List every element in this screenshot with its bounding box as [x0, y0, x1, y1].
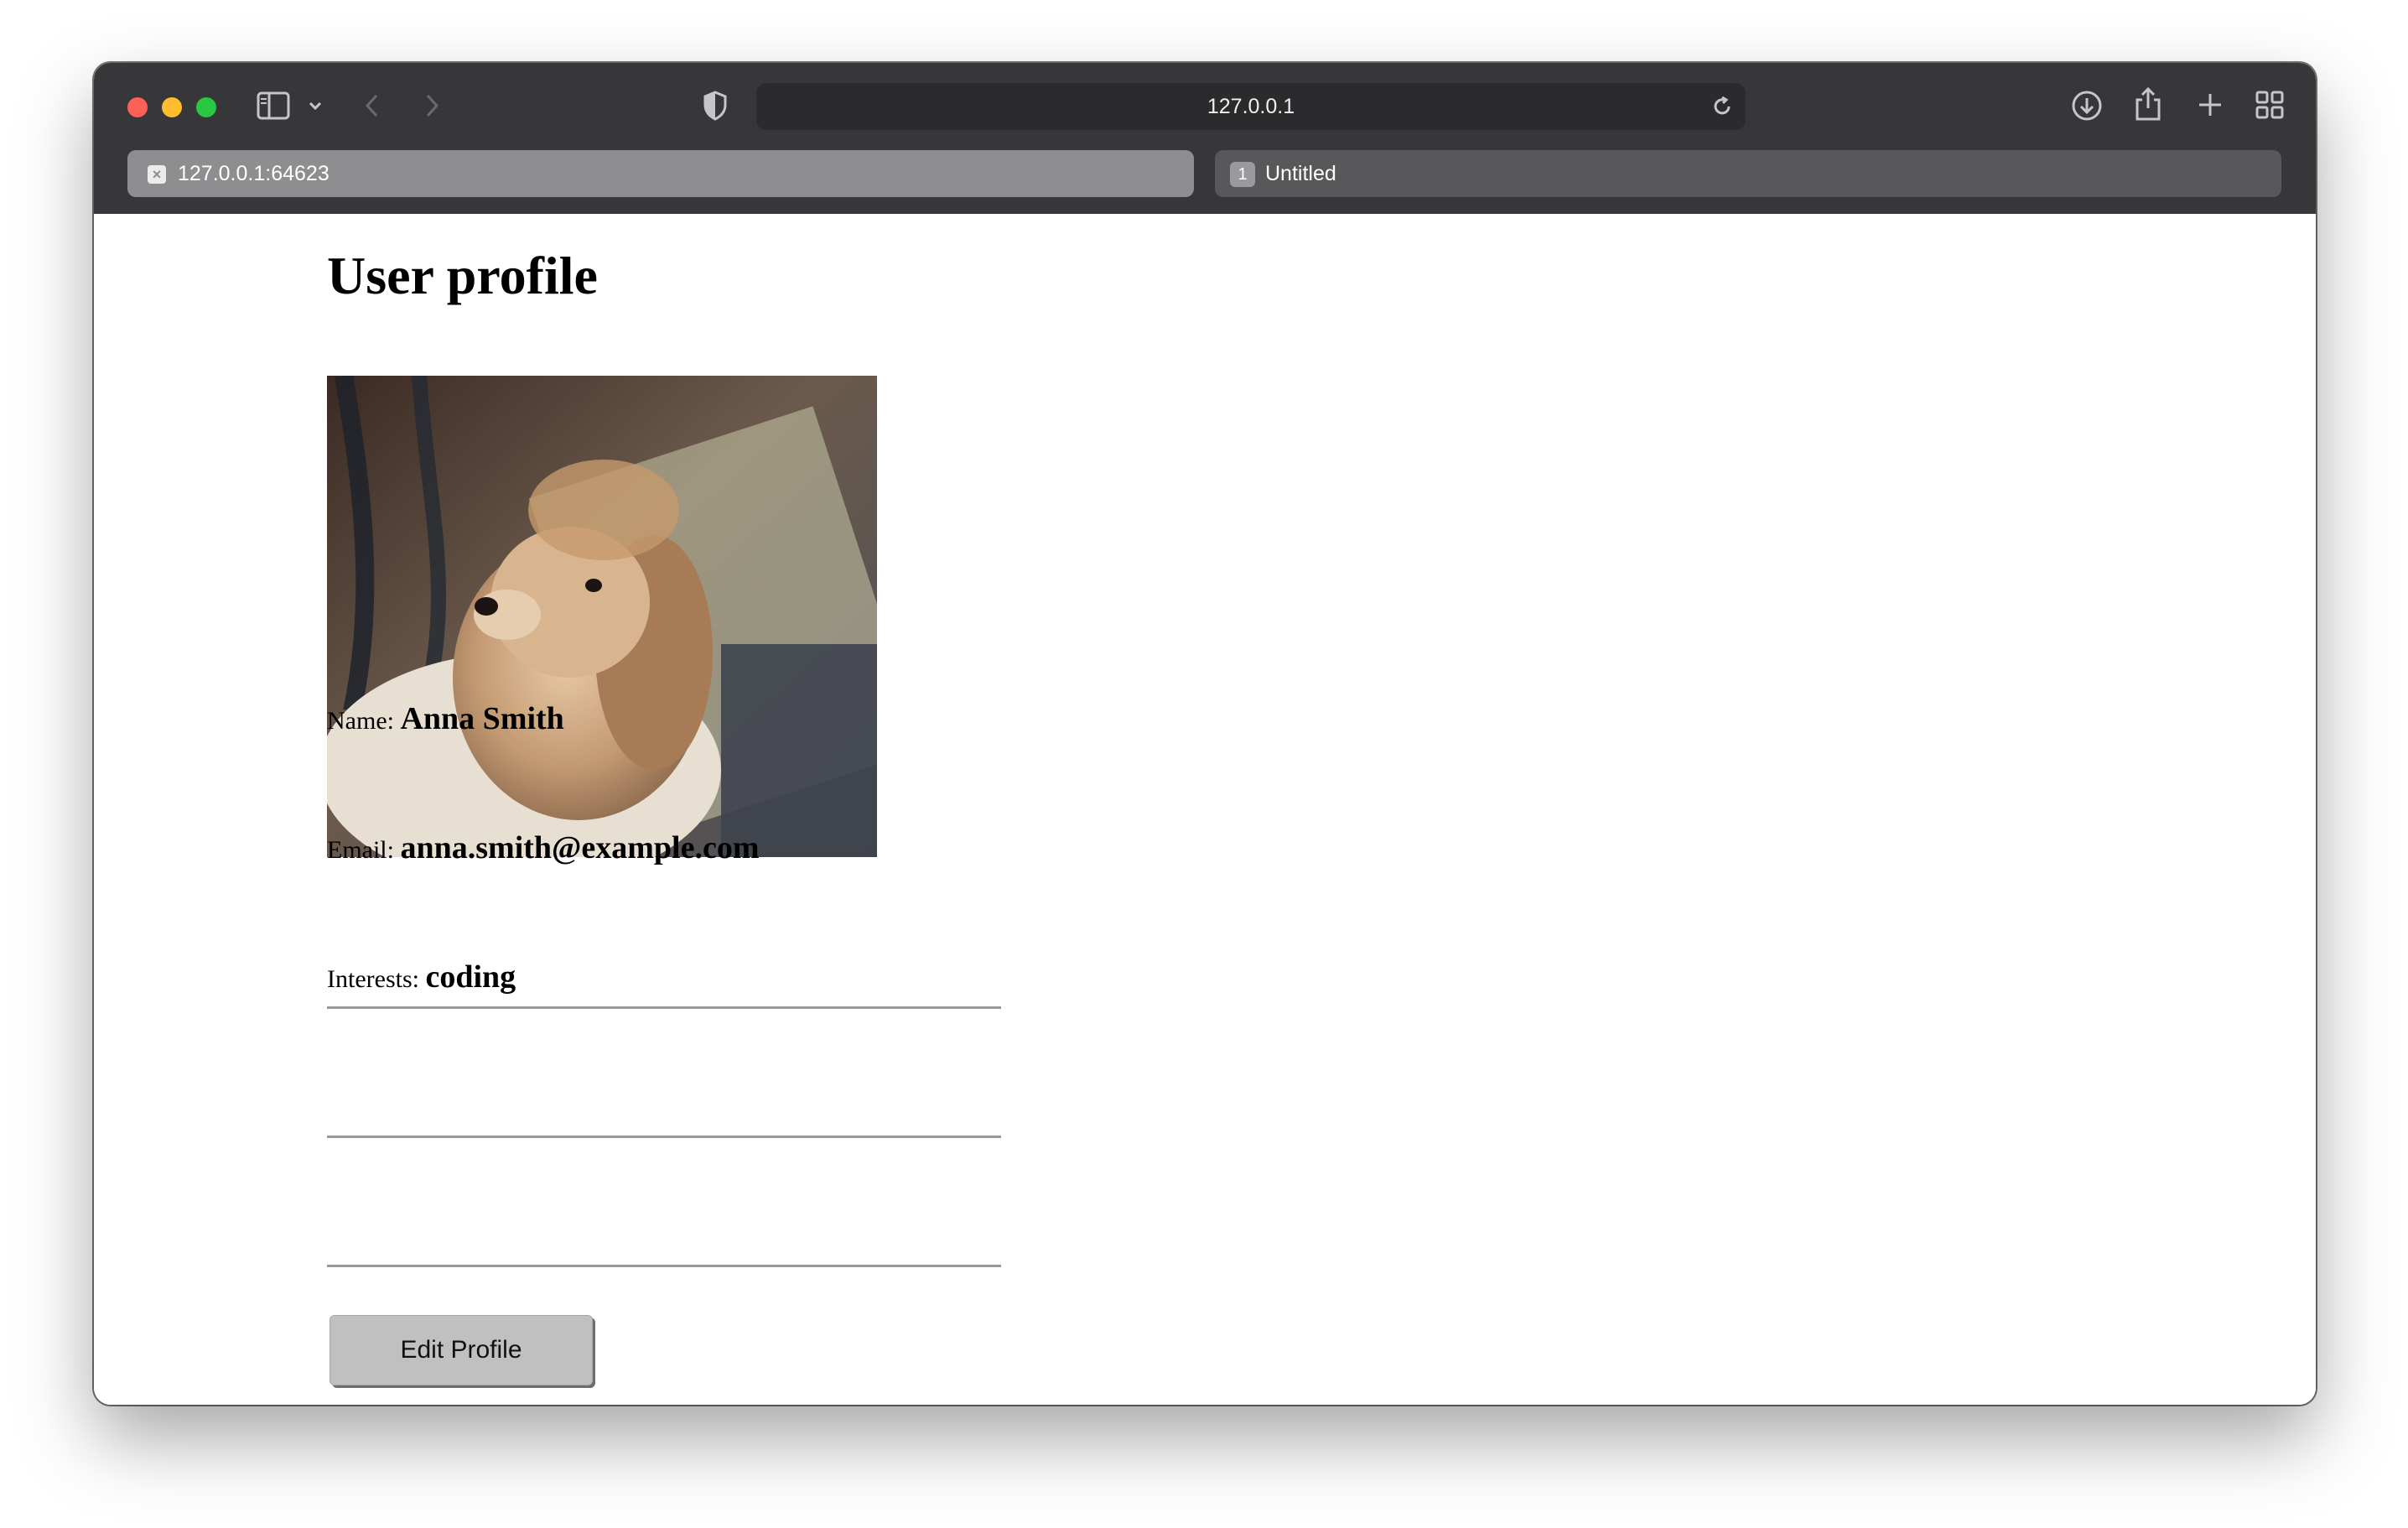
back-icon[interactable] [364, 93, 381, 118]
share-icon[interactable] [2134, 86, 2162, 122]
browser-toolbar: 127.0.0.1 × 127.0.0.1:64623 1 Untitled [94, 63, 2316, 214]
privacy-shield-icon[interactable] [703, 91, 728, 121]
edit-profile-button[interactable]: Edit Profile [330, 1315, 593, 1385]
divider [327, 1006, 1001, 1009]
chevron-down-icon[interactable] [308, 100, 323, 112]
tab-label: 127.0.0.1:64623 [178, 162, 330, 185]
profile-photo [327, 376, 877, 857]
tab-label: Untitled [1265, 162, 1336, 185]
name-label: Name: [327, 707, 394, 735]
close-window-button[interactable] [127, 97, 148, 117]
tab-badge: 1 [1230, 162, 1255, 187]
tab-bar: × 127.0.0.1:64623 1 Untitled [127, 150, 2282, 197]
browser-window: 127.0.0.1 × 127.0.0.1:64623 1 Untitled U… [94, 63, 2316, 1405]
tab-untitled[interactable]: 1 Untitled [1215, 150, 2281, 197]
forward-icon[interactable] [423, 93, 440, 118]
reload-icon[interactable] [1710, 95, 1734, 118]
email-value: anna.smith@example.com [400, 830, 760, 865]
name-value: Anna Smith [400, 701, 564, 736]
interests-field: Interests: coding [327, 959, 1001, 995]
new-tab-icon[interactable] [2197, 91, 2224, 118]
page-content: User profile Name: Anna Smith Email: ann… [94, 214, 2316, 1405]
tab-overview-icon[interactable] [2255, 91, 2284, 119]
sidebar-icon[interactable] [257, 91, 290, 120]
address-bar[interactable]: 127.0.0.1 [756, 83, 1746, 130]
interests-label: Interests: [327, 965, 419, 993]
page-title: User profile [327, 246, 598, 305]
tab-localhost[interactable]: × 127.0.0.1:64623 [127, 150, 1194, 197]
zoom-window-button[interactable] [196, 97, 216, 117]
minimize-window-button[interactable] [162, 97, 182, 117]
divider [327, 1136, 1001, 1138]
address-text: 127.0.0.1 [1207, 95, 1295, 118]
interests-value: coding [425, 959, 516, 995]
email-label: Email: [327, 836, 394, 864]
downloads-icon[interactable] [2071, 90, 2103, 122]
email-field: Email: anna.smith@example.com [327, 829, 1001, 866]
divider [327, 1265, 1001, 1267]
tab-close-icon[interactable]: × [148, 165, 166, 184]
name-field: Name: Anna Smith [327, 700, 1001, 737]
